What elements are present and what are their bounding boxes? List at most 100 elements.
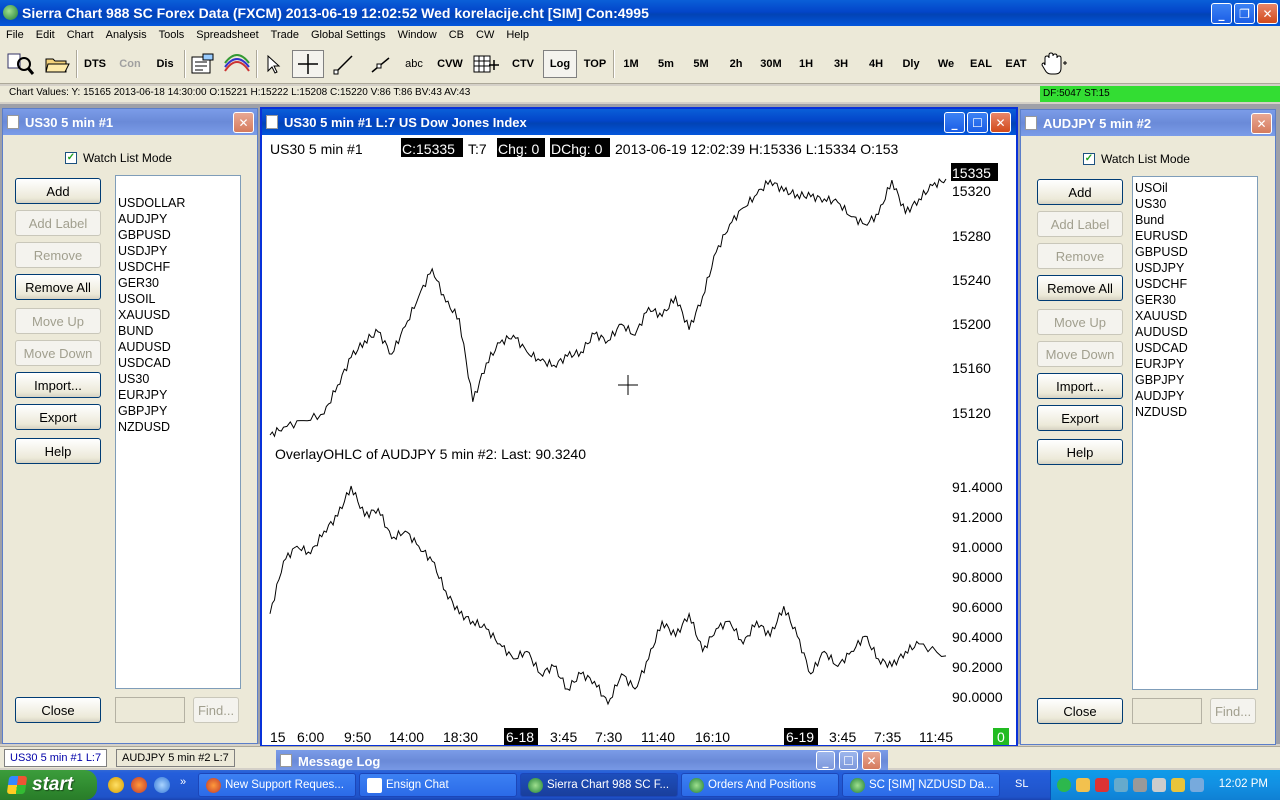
show-desktop-icon[interactable] — [154, 777, 170, 793]
find-input[interactable] — [115, 697, 185, 723]
tab-audjpy-chart[interactable]: AUDJPY 5 min #2 L:7 — [116, 749, 235, 767]
checkbox-checked-icon[interactable]: ✓ — [65, 152, 77, 164]
ctv-button[interactable]: CTV — [506, 50, 540, 78]
media-player-icon[interactable] — [108, 777, 124, 793]
timeframe-5m-button[interactable]: 5m — [650, 50, 682, 78]
shield-icon[interactable] — [1171, 778, 1185, 792]
crosshair-tool-icon[interactable] — [292, 50, 324, 78]
help-button[interactable]: Help — [15, 438, 101, 464]
list-item[interactable]: EURJPY — [1135, 356, 1255, 372]
add-button[interactable]: Add — [15, 178, 101, 204]
menu-window[interactable]: Window — [392, 29, 443, 41]
move-down-button[interactable]: Move Down — [1037, 341, 1123, 367]
message-log-close-button[interactable]: ✕ — [862, 751, 881, 770]
import-button[interactable]: Import... — [15, 372, 101, 398]
menu-tools[interactable]: Tools — [153, 29, 191, 41]
pointer-tool-icon[interactable] — [258, 50, 288, 78]
menu-cw[interactable]: CW — [470, 29, 500, 41]
list-item[interactable]: BUND — [118, 323, 238, 339]
remove-all-button[interactable]: Remove All — [1037, 275, 1123, 301]
list-item[interactable]: AUDUSD — [118, 339, 238, 355]
list-item[interactable]: Bund — [1135, 212, 1255, 228]
list-item[interactable]: USOil — [1135, 180, 1255, 196]
menu-help[interactable]: Help — [500, 29, 535, 41]
chart-minimize-button[interactable]: _ — [944, 112, 965, 133]
list-item[interactable]: US30 — [1135, 196, 1255, 212]
studies-icon[interactable] — [220, 50, 254, 78]
ray-tool-icon[interactable] — [364, 50, 396, 78]
menu-cb[interactable]: CB — [443, 29, 470, 41]
list-item[interactable]: GBPJPY — [1135, 372, 1255, 388]
menu-file[interactable]: File — [0, 29, 30, 41]
add-label-button[interactable]: Add Label — [1037, 211, 1123, 237]
monitor-icon[interactable] — [1133, 778, 1147, 792]
timeframe-3H-button[interactable]: 3H — [825, 50, 857, 78]
start-button[interactable]: start — [0, 770, 97, 800]
restore-button[interactable]: ❐ — [1234, 3, 1255, 24]
hand-scroll-icon[interactable] — [1036, 50, 1072, 78]
remove-button[interactable]: Remove — [15, 242, 101, 268]
text-tool-button[interactable]: abc — [398, 50, 430, 78]
list-item[interactable]: USOIL — [118, 291, 238, 307]
timeframe-1M-button[interactable]: 1M — [615, 50, 647, 78]
message-log-minimize-button[interactable]: _ — [816, 751, 835, 770]
dts-button[interactable]: DTS — [78, 50, 112, 78]
pdf-icon[interactable] — [1095, 778, 1109, 792]
message-log-maximize-button[interactable]: ☐ — [839, 751, 858, 770]
list-item[interactable]: USDOLLAR — [118, 195, 238, 211]
log-scale-button[interactable]: Log — [543, 50, 577, 78]
left-panel-close-button[interactable]: ✕ — [233, 112, 254, 133]
speaker-icon[interactable] — [1152, 778, 1166, 792]
list-item[interactable]: AUDJPY — [118, 211, 238, 227]
menu-spreadsheet[interactable]: Spreadsheet — [190, 29, 264, 41]
task-sierra-chart[interactable]: Sierra Chart 988 SC F... — [520, 773, 678, 797]
timeframe-30M-button[interactable]: 30M — [755, 50, 787, 78]
hand-icon[interactable] — [1076, 778, 1090, 792]
timeframe-4H-button[interactable]: 4H — [860, 50, 892, 78]
find-symbol-icon[interactable] — [4, 50, 38, 78]
move-down-button[interactable]: Move Down — [15, 340, 101, 366]
tab-us30-chart[interactable]: US30 5 min #1 L:7 — [4, 749, 108, 767]
list-item[interactable]: GER30 — [118, 275, 238, 291]
import-button[interactable]: Import... — [1037, 373, 1123, 399]
move-up-button[interactable]: Move Up — [1037, 309, 1123, 335]
chart-close-button[interactable]: ✕ — [990, 112, 1011, 133]
list-item[interactable]: GBPJPY — [118, 403, 238, 419]
watch-list-mode-checkbox[interactable]: ✓ Watch List Mode — [65, 151, 172, 165]
list-item[interactable]: USDCHF — [1135, 276, 1255, 292]
export-button[interactable]: Export — [1037, 405, 1123, 431]
bluetooth-icon[interactable] — [1190, 778, 1204, 792]
app-tray-icon[interactable] — [1114, 778, 1128, 792]
list-item[interactable]: GBPUSD — [118, 227, 238, 243]
chart-maximize-button[interactable]: ☐ — [967, 112, 988, 133]
chart-settings-icon[interactable] — [186, 50, 218, 78]
watch-list-mode-checkbox[interactable]: ✓ Watch List Mode — [1083, 152, 1190, 166]
list-item[interactable]: USDJPY — [1135, 260, 1255, 276]
add-button[interactable]: Add — [1037, 179, 1123, 205]
list-item[interactable]: EURUSD — [1135, 228, 1255, 244]
language-indicator[interactable]: SL — [1015, 778, 1028, 790]
open-folder-icon[interactable] — [40, 50, 74, 78]
right-panel-close-button[interactable]: ✕ — [1251, 113, 1272, 134]
timeframe-weekly-button[interactable]: We — [930, 50, 962, 78]
network-icon[interactable] — [1057, 778, 1071, 792]
chevron-right-icon[interactable]: » — [180, 776, 186, 788]
checkbox-checked-icon[interactable]: ✓ — [1083, 153, 1095, 165]
timeframe-daily-button[interactable]: Dly — [895, 50, 927, 78]
list-item[interactable] — [118, 179, 238, 195]
dis-button[interactable]: Dis — [148, 50, 182, 78]
menu-global-settings[interactable]: Global Settings — [305, 29, 392, 41]
line-tool-icon[interactable] — [328, 50, 360, 78]
list-item[interactable]: USDJPY — [118, 243, 238, 259]
timeframe-2h-button[interactable]: 2h — [720, 50, 752, 78]
remove-button[interactable]: Remove — [1037, 243, 1123, 269]
close-panel-button[interactable]: Close — [15, 697, 101, 723]
remove-all-button[interactable]: Remove All — [15, 274, 101, 300]
minimize-button[interactable]: _ — [1211, 3, 1232, 24]
list-item[interactable]: NZDUSD — [118, 419, 238, 435]
list-item[interactable]: USDCAD — [118, 355, 238, 371]
con-button[interactable]: Con — [113, 50, 147, 78]
export-button[interactable]: Export — [15, 404, 101, 430]
task-ensign-chat[interactable]: Ensign Chat — [359, 773, 517, 797]
list-item[interactable]: AUDJPY — [1135, 388, 1255, 404]
